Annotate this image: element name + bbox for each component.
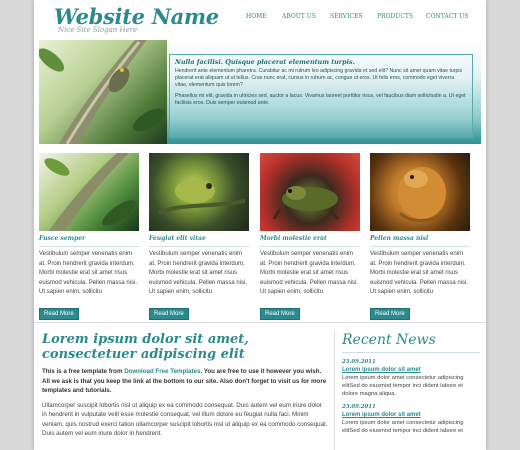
intro-text: This is a free template from Download Fr…: [42, 367, 328, 396]
read-more-button[interactable]: Read More: [39, 308, 79, 320]
thumbnail-image: [149, 153, 249, 231]
divider: [342, 352, 480, 353]
site-slogan: Nice Site Slogan Here: [58, 26, 138, 34]
nav-contact-us[interactable]: CONTACT US: [426, 13, 468, 20]
feature-column: Pellen massa nisi Vestibulum semper vene…: [370, 235, 470, 320]
thumbnail-image: [39, 153, 139, 231]
nav-about-us[interactable]: ABOUT US: [282, 13, 316, 20]
news-item: 23.09.2011 Lorem ipsum dolor sit amet Lo…: [342, 404, 480, 435]
divider: [370, 246, 470, 247]
read-more-button[interactable]: Read More: [149, 308, 189, 320]
read-more-button[interactable]: Read More: [370, 308, 410, 320]
news-item: 23.09.2011 Lorem ipsum dolor sit amet Lo…: [342, 359, 480, 398]
feature-text: Vestibulum semper venenatis enim at. Pro…: [149, 251, 248, 296]
read-more-button[interactable]: Read More: [260, 308, 300, 320]
hero-paragraph: Hendrerit ante elementum pharetra. Curab…: [175, 68, 463, 88]
feature-title[interactable]: Feugiat elit vitae: [149, 235, 249, 244]
hero-paragraph: Phasellus mi elit, gravida in ultricies …: [175, 93, 466, 106]
feature-column: Feugiat elit vitae Vestibulum semper ven…: [149, 235, 249, 320]
hero-image: [39, 40, 167, 144]
news-text: Lorem ipsum dolor amet consectetur adipi…: [342, 375, 464, 397]
thumbnail-image: [370, 153, 470, 231]
hero-banner: Nulla facilisi. Quisque placerat element…: [39, 40, 481, 144]
hero-title: Nulla facilisi. Quisque placerat element…: [175, 58, 355, 66]
page: Website Name Nice Site Slogan Here HOME …: [34, 0, 486, 450]
hero-textbox: Nulla facilisi. Quisque placerat element…: [169, 54, 473, 138]
feature-text: Vestibulum semper venenatis enim at. Pro…: [39, 251, 138, 296]
nav-home[interactable]: HOME: [246, 13, 267, 20]
news-text: Lorem ipsum dolor amet consectetur adipi…: [342, 420, 464, 434]
nav-products[interactable]: PRODUCTS: [377, 13, 413, 20]
column-divider: [334, 330, 335, 450]
download-templates-link[interactable]: Download Free Templates: [124, 368, 200, 375]
divider: [39, 246, 139, 247]
divider: [260, 246, 360, 247]
news-title-link[interactable]: Lorem ipsum dolor sit amet: [342, 367, 480, 373]
feature-title[interactable]: Fusce semper: [39, 235, 139, 244]
sidebar-heading: Recent News: [342, 332, 436, 348]
news-title-link[interactable]: Lorem ipsum dolor sit amet: [342, 412, 480, 418]
nav-services[interactable]: SERVICES: [330, 13, 363, 20]
feature-title[interactable]: Morbi molestie erat: [260, 235, 360, 244]
thumbnail-image: [260, 153, 360, 231]
feature-column: Fusce semper Vestibulum semper venenatis…: [39, 235, 139, 320]
news-date: 23.09.2011: [342, 359, 376, 365]
main-content: Lorem ipsum dolor sit amet, consectetuer…: [42, 332, 328, 439]
feature-text: Vestibulum semper venenatis enim at. Pro…: [260, 251, 359, 296]
section-divider: [34, 322, 486, 323]
intro-text-start: This is a free template from: [42, 368, 125, 375]
sidebar: Recent News 23.09.2011 Lorem ipsum dolor…: [342, 332, 480, 435]
feature-text: Vestibulum semper venenatis enim at. Pro…: [370, 251, 469, 296]
main-heading: Lorem ipsum dolor sit amet, consectetuer…: [42, 332, 249, 362]
news-date: 23.09.2011: [342, 404, 376, 410]
main-nav: HOME ABOUT US SERVICES PRODUCTS CONTACT …: [246, 13, 476, 23]
divider: [149, 246, 249, 247]
feature-title[interactable]: Pellen massa nisi: [370, 235, 470, 244]
main-paragraph: Ullamcorper suscipit lobortis nisl ut al…: [42, 401, 328, 438]
feature-column: Morbi molestie erat Vestibulum semper ve…: [260, 235, 360, 320]
